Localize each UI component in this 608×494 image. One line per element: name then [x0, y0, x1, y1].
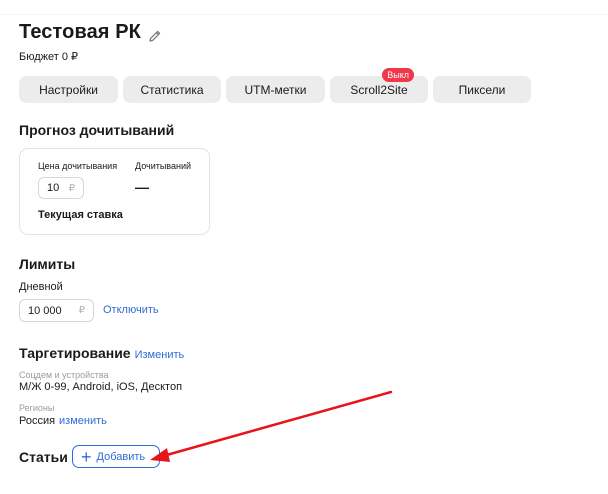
- annotation-arrow: [150, 390, 393, 462]
